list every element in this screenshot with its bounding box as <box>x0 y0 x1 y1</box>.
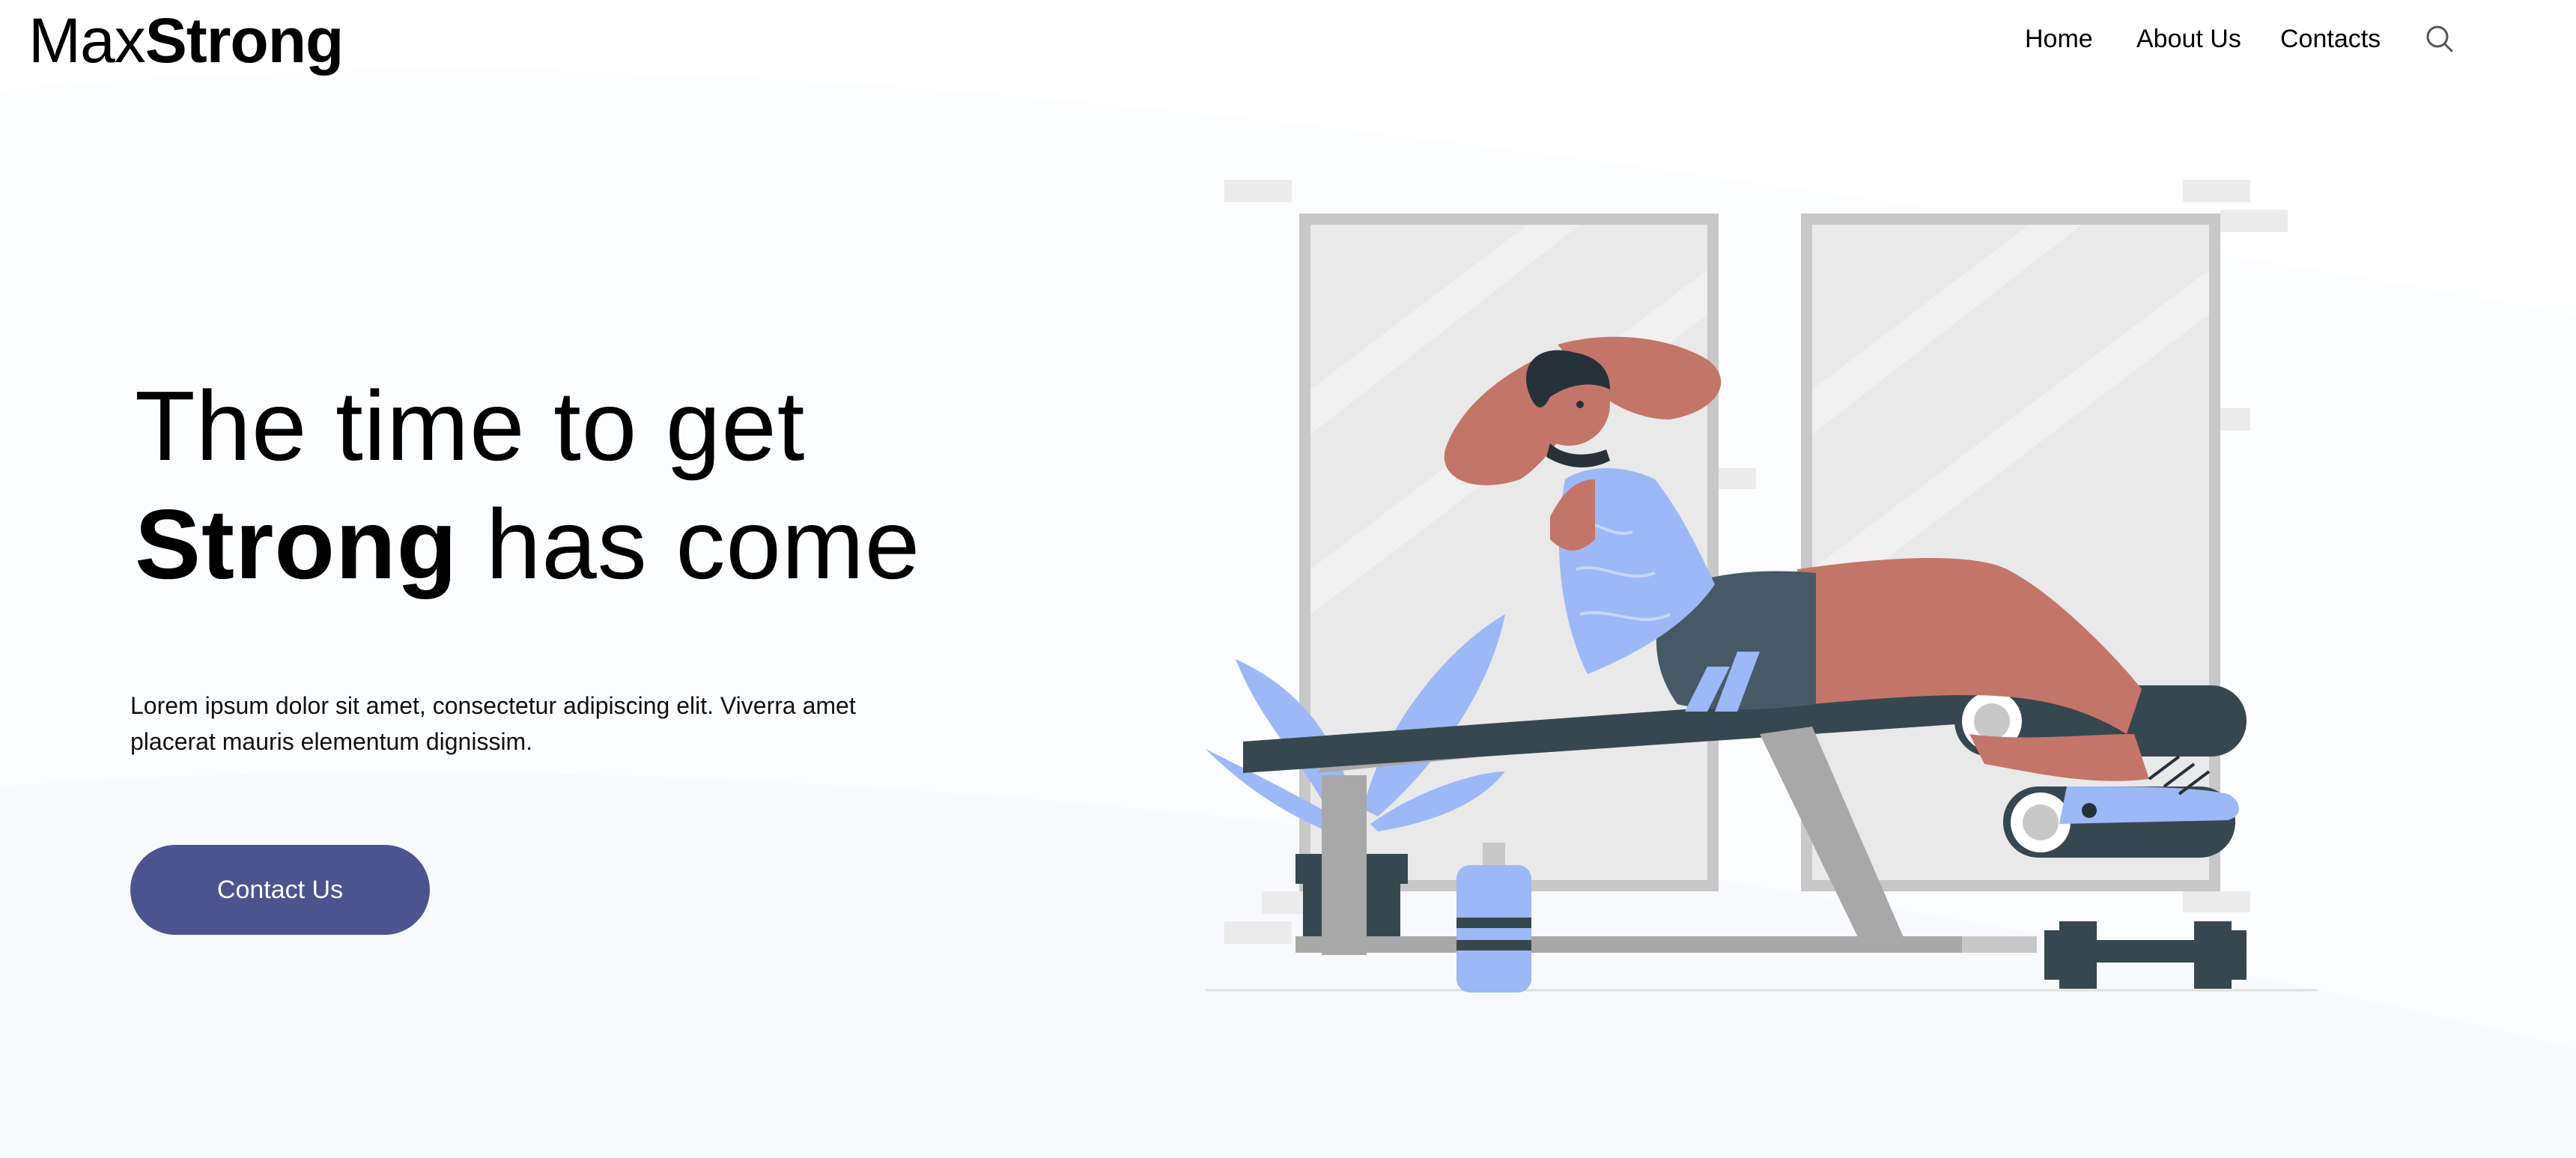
logo-bold-text: Strong <box>145 5 344 76</box>
situp-bench-illustration <box>1206 180 2318 992</box>
logo[interactable]: MaxStrong <box>28 4 344 76</box>
hero-title-rest: has come <box>458 489 921 599</box>
nav-contacts-link[interactable]: Contacts <box>2280 16 2381 61</box>
hero-description: Lorem ipsum dolor sit amet, consectetur … <box>130 692 856 755</box>
nav-about-link[interactable]: About Us <box>2136 16 2241 61</box>
search-button[interactable] <box>2423 22 2456 55</box>
hero-title-strong: Strong <box>135 489 458 599</box>
search-icon <box>2426 25 2453 52</box>
hero-title: The time to get Strong has come <box>135 367 920 604</box>
gym-illustration <box>1191 165 2329 1004</box>
nav-home-link[interactable]: Home <box>2025 16 2093 61</box>
dumbbell <box>2044 921 2247 989</box>
hero-title-line1: The time to get <box>135 371 806 481</box>
logo-light-text: Max <box>28 5 146 76</box>
contact-us-button[interactable]: Contact Us <box>130 845 430 935</box>
